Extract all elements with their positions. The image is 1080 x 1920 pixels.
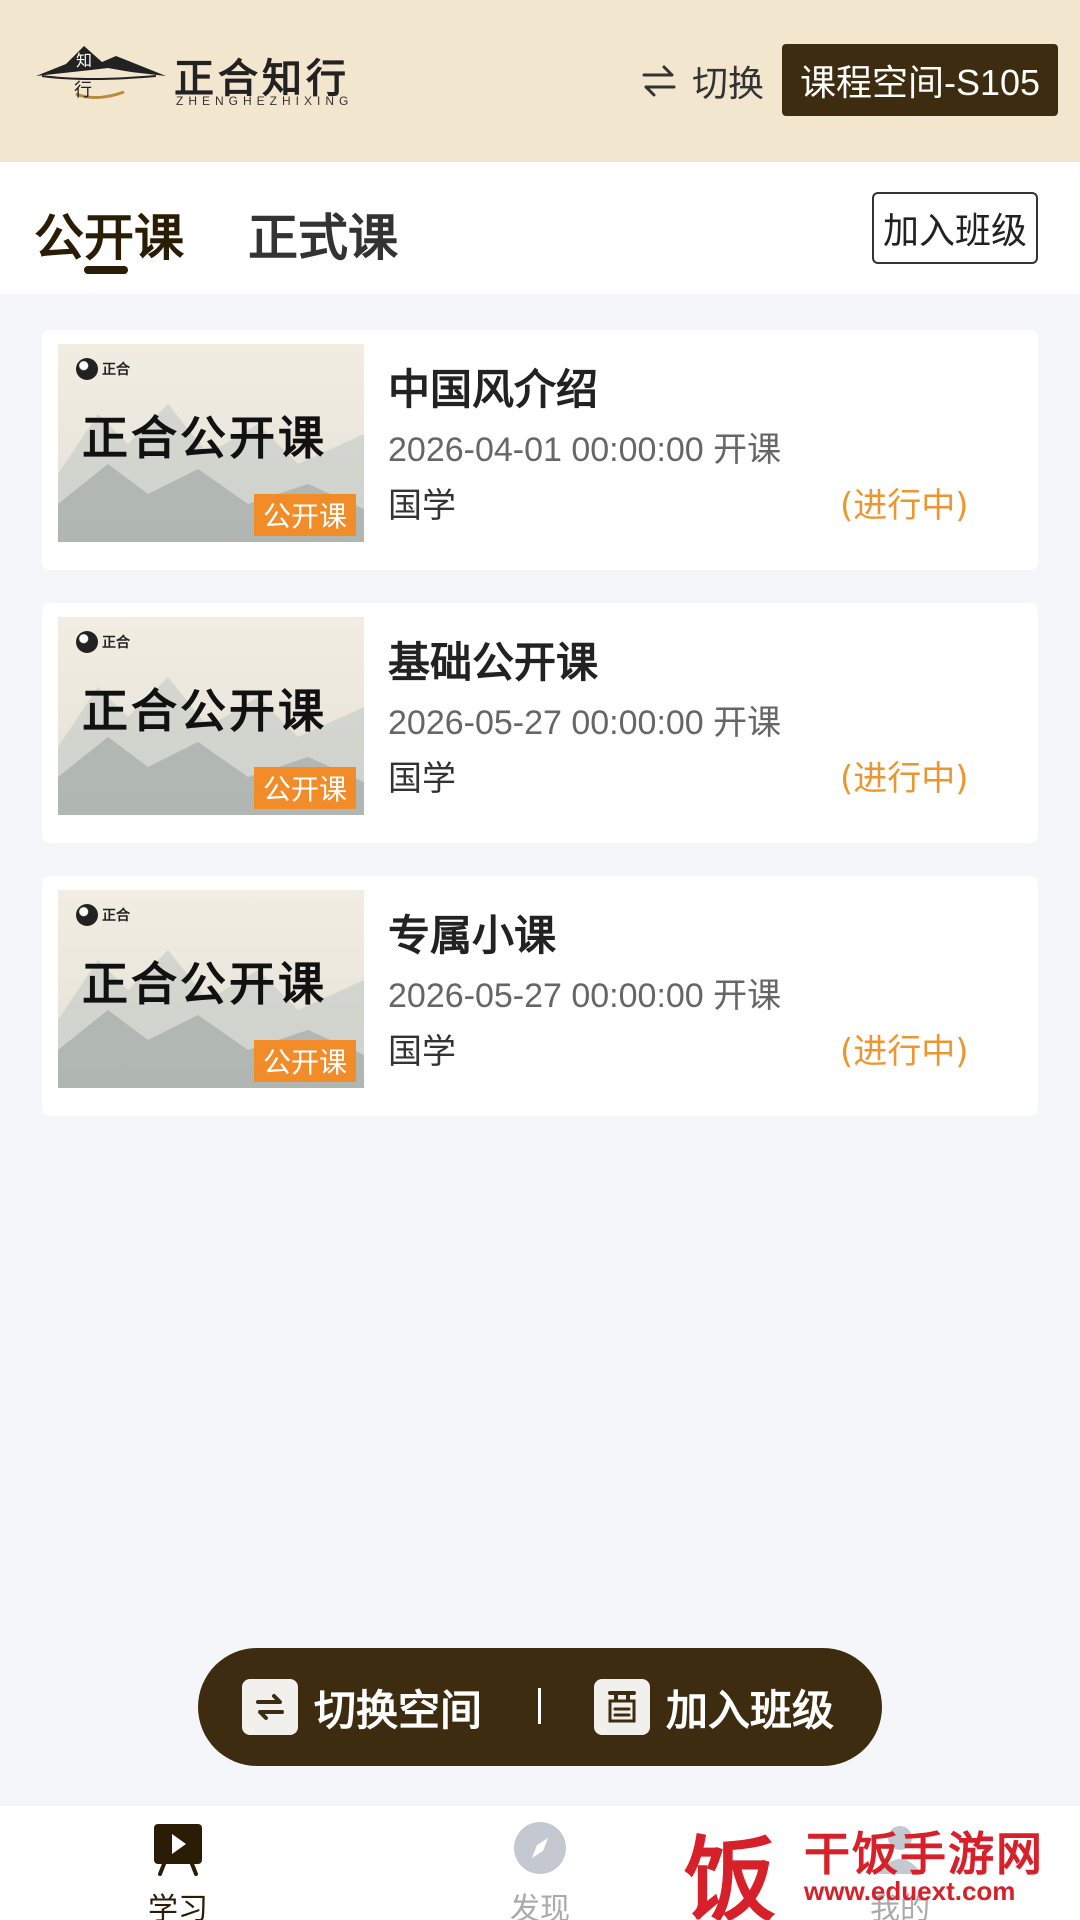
- course-category: 国学: [388, 1032, 456, 1072]
- join-class-icon: [594, 1679, 650, 1735]
- thumb-title: 正合公开课: [82, 957, 327, 1011]
- mountain-logo-icon: 知 行: [36, 46, 166, 101]
- yin-yang-icon: [76, 631, 98, 653]
- thumb-title: 正合公开课: [82, 684, 327, 738]
- nav-item-study[interactable]: 学习: [98, 1820, 258, 1920]
- switch-space-label: 切换空间: [314, 1685, 483, 1735]
- compass-icon: [514, 1822, 566, 1874]
- thumb-logo-text: 正合: [102, 635, 130, 651]
- watermark-site-name: 干饭手游网: [804, 1827, 1044, 1881]
- nav-label: 发现: [510, 1892, 570, 1920]
- study-icon: [154, 1824, 202, 1876]
- course-start-date: 2026-05-27 00:00:00 开课: [388, 704, 782, 742]
- course-thumbnail: 正合 正合公开课 公开课: [58, 344, 364, 542]
- watermark-url: www.eduext.com: [804, 1876, 1016, 1906]
- site-watermark: 饭 干饭手游网 www.eduext.com: [680, 1800, 1080, 1920]
- tab-formal-course[interactable]: 正式课: [248, 198, 398, 270]
- nav-label: 学习: [148, 1892, 208, 1920]
- swap-icon: [642, 65, 676, 97]
- course-start-date: 2026-04-01 00:00:00 开课: [388, 431, 782, 469]
- course-tabs: 公开课 正式课 加入班级: [0, 162, 1080, 294]
- thumb-tag: 公开课: [254, 494, 356, 536]
- app-header: 知 行 正合知行 ZHENGHEZHIXING 切换 课程空间-S105: [0, 0, 1080, 162]
- switch-space-button[interactable]: 切换空间: [242, 1676, 482, 1738]
- tab-public-course[interactable]: 公开课: [34, 198, 184, 270]
- svg-text:行: 行: [74, 80, 92, 101]
- course-thumbnail: 正合 正合公开课 公开课: [58, 890, 364, 1088]
- course-status: (进行中): [840, 486, 969, 526]
- switch-space-icon: [242, 1679, 298, 1735]
- logo-subtitle: ZHENGHEZHIXING: [176, 94, 354, 108]
- thumb-tag: 公开课: [254, 1040, 356, 1082]
- join-class-button[interactable]: 加入班级: [872, 192, 1038, 264]
- thumb-tag: 公开课: [254, 767, 356, 809]
- brand-logo: 知 行 正合知行 ZHENGHEZHIXING: [36, 42, 366, 122]
- nav-item-discover[interactable]: 发现: [460, 1820, 620, 1920]
- course-list: 正合 正合公开课 公开课 中国风介绍 2026-04-01 00:00:00 开…: [42, 330, 1038, 1149]
- thumb-logo-text: 正合: [102, 362, 130, 378]
- course-category: 国学: [388, 486, 456, 526]
- course-start-date: 2026-05-27 00:00:00 开课: [388, 977, 782, 1015]
- thumb-logo-text: 正合: [102, 908, 130, 924]
- switch-label: 切换: [692, 64, 765, 105]
- thumb-title: 正合公开课: [82, 411, 327, 465]
- yin-yang-icon: [76, 358, 98, 380]
- watermark-logo-char: 饭: [684, 1826, 777, 1920]
- course-title: 专属小课: [388, 911, 557, 960]
- course-category: 国学: [388, 759, 456, 799]
- float-bar-divider: [538, 1688, 541, 1724]
- course-status: (进行中): [840, 759, 969, 799]
- yin-yang-icon: [76, 904, 98, 926]
- active-tab-indicator: [84, 266, 128, 274]
- join-class-fab-label: 加入班级: [666, 1685, 835, 1735]
- join-class-fab-button[interactable]: 加入班级: [594, 1676, 834, 1738]
- course-title: 中国风介绍: [388, 365, 599, 414]
- floating-action-bar: 切换空间 加入班级: [198, 1648, 882, 1766]
- course-card[interactable]: 正合 正合公开课 公开课 中国风介绍 2026-04-01 00:00:00 开…: [42, 330, 1038, 570]
- course-status: (进行中): [840, 1032, 969, 1072]
- switch-space-link[interactable]: 切换: [640, 56, 764, 106]
- course-title: 基础公开课: [388, 638, 599, 687]
- svg-text:知: 知: [76, 51, 92, 70]
- course-card[interactable]: 正合 正合公开课 公开课 基础公开课 2026-05-27 00:00:00 开…: [42, 603, 1038, 843]
- course-thumbnail: 正合 正合公开课 公开课: [58, 617, 364, 815]
- course-card[interactable]: 正合 正合公开课 公开课 专属小课 2026-05-27 00:00:00 开课…: [42, 876, 1038, 1116]
- current-space-badge[interactable]: 课程空间-S105: [782, 44, 1058, 116]
